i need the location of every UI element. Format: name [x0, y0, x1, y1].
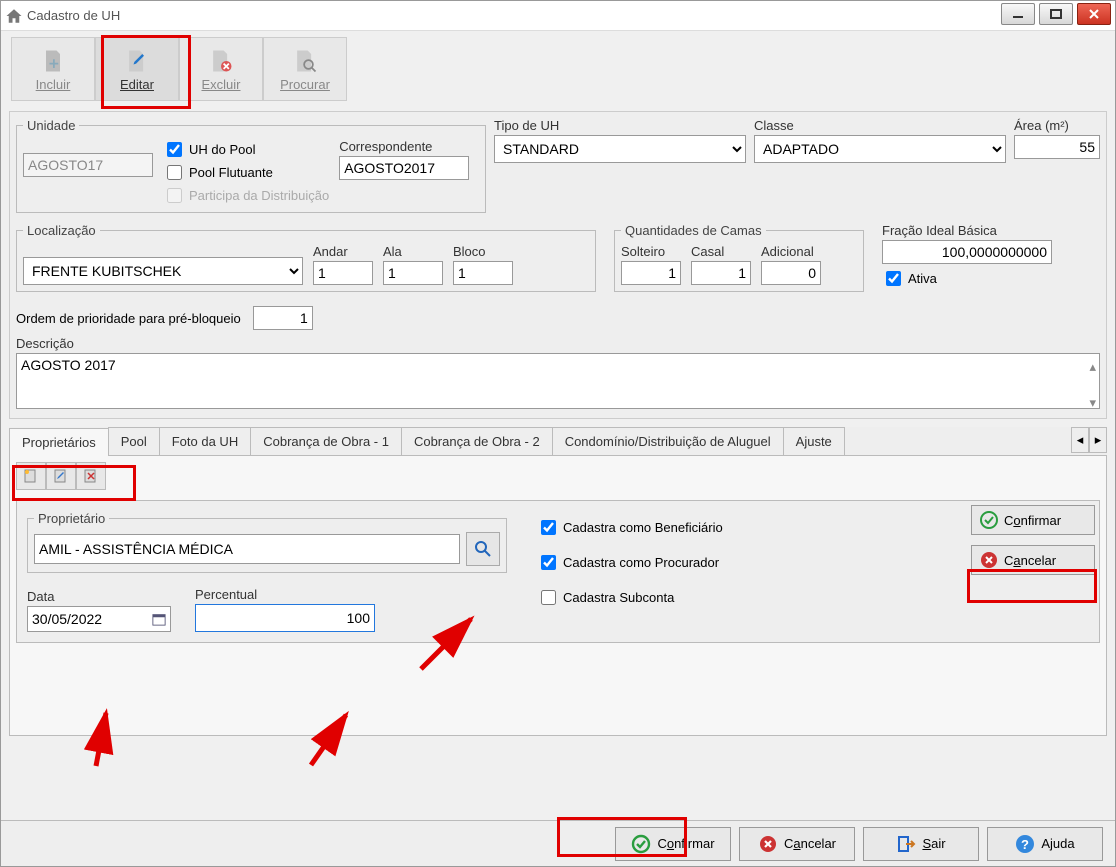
andar-label: Andar — [313, 244, 373, 259]
search-icon — [473, 539, 493, 559]
fracao-label: Fração Ideal Básica — [882, 223, 1052, 238]
procurar-button[interactable]: Procurar — [263, 37, 347, 101]
data-field[interactable] — [27, 606, 171, 632]
cadastra-procurador-checkbox[interactable]: Cadastra como Procurador — [537, 552, 723, 573]
tab-foto[interactable]: Foto da UH — [159, 427, 251, 455]
subform-confirmar-button[interactable]: Confirmar — [971, 505, 1095, 535]
andar-input[interactable] — [313, 261, 373, 285]
document-edit-small-icon — [53, 468, 69, 484]
tab-proprietarios[interactable]: Proprietários — [9, 428, 109, 456]
ala-input[interactable] — [383, 261, 443, 285]
subform-cancelar-button[interactable]: Cancelar — [971, 545, 1095, 575]
descricao-label: Descrição — [16, 336, 1100, 351]
pool-flutuante-checkbox[interactable]: Pool Flutuante — [163, 162, 329, 183]
correspondente-input[interactable] — [339, 156, 469, 180]
document-new-small-icon — [23, 468, 39, 484]
tab-scroll-left[interactable]: ◂ — [1071, 427, 1089, 453]
participa-checkbox: Participa da Distribuição — [163, 185, 329, 206]
tab-strip: Proprietários Pool Foto da UH Cobrança d… — [9, 427, 1107, 456]
unidade-input — [23, 153, 153, 177]
editar-label: Editar — [120, 77, 154, 92]
percentual-input[interactable] — [195, 604, 375, 632]
help-icon: ? — [1015, 834, 1035, 854]
casal-input[interactable] — [691, 261, 751, 285]
document-delete-small-icon — [83, 468, 99, 484]
calendar-icon[interactable] — [148, 608, 170, 630]
proprietario-legend: Proprietário — [34, 511, 109, 526]
mini-edit-button[interactable] — [46, 462, 76, 490]
tab-cobranca2[interactable]: Cobrança de Obra - 2 — [401, 427, 553, 455]
unidade-legend: Unidade — [23, 118, 79, 133]
adicional-label: Adicional — [761, 244, 821, 259]
uh-pool-checkbox[interactable]: UH do Pool — [163, 139, 329, 160]
exit-icon — [896, 834, 916, 854]
mini-delete-button[interactable] — [76, 462, 106, 490]
ordem-input[interactable] — [253, 306, 313, 330]
localizacao-select[interactable]: FRENTE KUBITSCHEK — [23, 257, 303, 285]
correspondente-label: Correspondente — [339, 139, 469, 154]
ordem-label: Ordem de prioridade para pré-bloqueio — [16, 311, 241, 326]
casal-label: Casal — [691, 244, 751, 259]
document-search-icon — [291, 47, 319, 75]
svg-text:?: ? — [1021, 837, 1029, 852]
descricao-textarea[interactable]: AGOSTO 2017 — [16, 353, 1100, 409]
tab-condominio[interactable]: Condomínio/Distribuição de Aluguel — [552, 427, 784, 455]
solteiro-label: Solteiro — [621, 244, 681, 259]
home-icon — [5, 7, 23, 25]
bottom-bar: Confirmar Cancelar Sair ? Ajuda — [1, 820, 1115, 866]
excluir-button[interactable]: Excluir — [179, 37, 263, 101]
document-edit-icon — [123, 47, 151, 75]
cadastra-beneficiario-checkbox[interactable]: Cadastra como Beneficiário — [537, 517, 723, 538]
fracao-input[interactable] — [882, 240, 1052, 264]
window-title: Cadastro de UH — [27, 8, 120, 23]
title-bar: Cadastro de UH — [1, 1, 1115, 31]
bloco-label: Bloco — [453, 244, 513, 259]
check-circle-icon — [980, 511, 998, 529]
tab-scroll-right[interactable]: ▸ — [1089, 427, 1107, 453]
bottom-cancelar-button[interactable]: Cancelar — [739, 827, 855, 861]
classe-select[interactable]: ADAPTADO — [754, 135, 1006, 163]
bottom-sair-button[interactable]: Sair — [863, 827, 979, 861]
document-delete-icon — [207, 47, 235, 75]
cadastra-subconta-checkbox[interactable]: Cadastra Subconta — [537, 587, 723, 608]
document-new-icon — [39, 47, 67, 75]
x-circle-icon — [980, 551, 998, 569]
percentual-label: Percentual — [195, 587, 375, 602]
procurar-label: Procurar — [280, 77, 330, 92]
adicional-input[interactable] — [761, 261, 821, 285]
area-input[interactable] — [1014, 135, 1100, 159]
form-panel: Unidade UH do Pool Pool Flutuante Partic… — [9, 111, 1107, 419]
localizacao-legend: Localização — [23, 223, 100, 238]
ativa-checkbox[interactable]: Ativa — [882, 268, 1052, 289]
area-label: Área (m²) — [1014, 118, 1100, 133]
bottom-ajuda-button[interactable]: ? Ajuda — [987, 827, 1103, 861]
minimize-button[interactable] — [1001, 3, 1035, 25]
excluir-label: Excluir — [201, 77, 240, 92]
classe-label: Classe — [754, 118, 1006, 133]
mini-new-button[interactable] — [16, 462, 46, 490]
camas-legend: Quantidades de Camas — [621, 223, 766, 238]
tipo-uh-label: Tipo de UH — [494, 118, 746, 133]
ala-label: Ala — [383, 244, 443, 259]
proprietario-search-button[interactable] — [466, 532, 500, 566]
main-toolbar: Incluir Editar Excluir Procurar — [1, 31, 1115, 103]
close-button[interactable] — [1077, 3, 1111, 25]
tab-pool[interactable]: Pool — [108, 427, 160, 455]
incluir-button[interactable]: Incluir — [11, 37, 95, 101]
tab-cobranca1[interactable]: Cobrança de Obra - 1 — [250, 427, 402, 455]
tab-ajuste[interactable]: Ajuste — [783, 427, 845, 455]
editar-button[interactable]: Editar — [95, 37, 179, 101]
data-input[interactable] — [28, 607, 148, 631]
tab-body-proprietarios: Proprietário Data — [9, 456, 1107, 736]
maximize-button[interactable] — [1039, 3, 1073, 25]
tipo-uh-select[interactable]: STANDARD — [494, 135, 746, 163]
solteiro-input[interactable] — [621, 261, 681, 285]
data-label: Data — [27, 589, 171, 604]
incluir-label: Incluir — [36, 77, 71, 92]
bottom-confirmar-button[interactable]: Confirmar — [615, 827, 731, 861]
check-circle-icon — [631, 834, 651, 854]
x-circle-icon — [758, 834, 778, 854]
bloco-input[interactable] — [453, 261, 513, 285]
proprietario-input[interactable] — [34, 534, 460, 564]
